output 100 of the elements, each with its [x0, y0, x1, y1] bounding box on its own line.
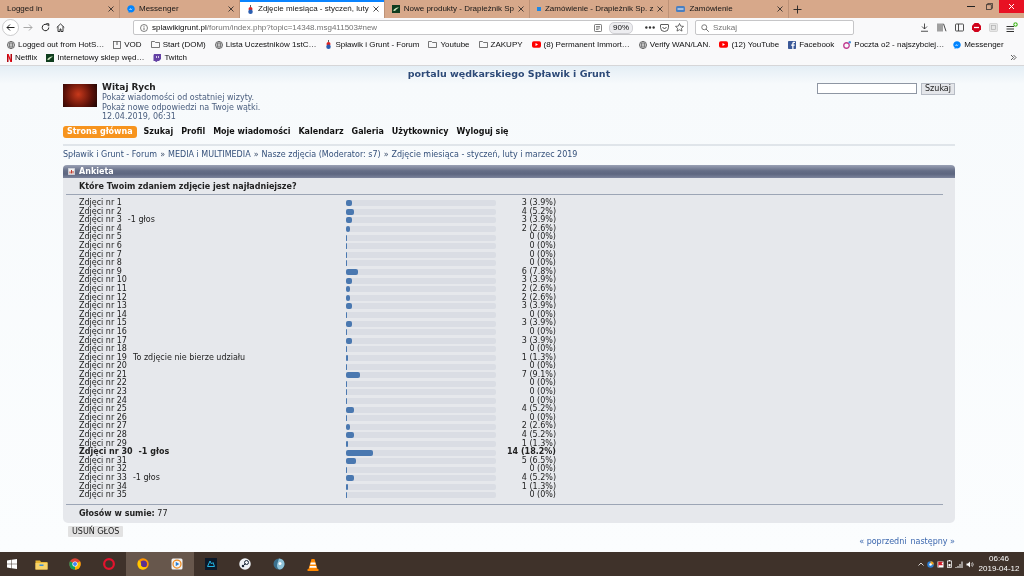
taskbar-button[interactable] [160, 552, 194, 576]
remove-vote-button[interactable]: USUŃ GŁOS [68, 525, 124, 537]
more-icon[interactable] [645, 26, 655, 29]
menu-item[interactable]: Kalendarz [297, 126, 345, 138]
bookmark-folder[interactable]: ZAKUPY [476, 38, 525, 51]
menu-item[interactable]: Wyloguj się [455, 126, 510, 138]
bookmark-link[interactable]: Twitch [151, 51, 190, 64]
vote-count: 1 (1.3%) [521, 439, 556, 448]
bookmark-link[interactable]: VOD [111, 38, 144, 51]
round-logo-icon[interactable] [69, 558, 81, 570]
bookmark-link[interactable]: Verify WAN/LAN. [636, 38, 713, 51]
reload-icon[interactable] [41, 23, 50, 32]
bookmark-link[interactable]: Netflix [5, 51, 40, 64]
close-icon[interactable] [372, 6, 379, 12]
speaker-icon[interactable] [966, 560, 974, 568]
breadcrumb-separator: » [253, 150, 259, 159]
menu-item[interactable]: Użytkownicy [390, 126, 450, 138]
logo-tile-icon[interactable] [205, 558, 217, 570]
menu-item[interactable]: Szukaj [142, 126, 175, 138]
bookmark-link[interactable]: (8) Permanent Immort… [529, 38, 632, 51]
star-icon[interactable] [675, 23, 684, 32]
next-link[interactable]: następny » [910, 536, 955, 547]
taskbar-button[interactable] [126, 552, 160, 576]
float-icon [247, 4, 254, 14]
user-link[interactable]: Pokaż nowe odpowiedzi na Twoje wątki. [102, 102, 261, 112]
close-icon[interactable] [228, 6, 234, 12]
search-button[interactable]: Szukaj [921, 83, 955, 95]
url-text[interactable]: splawikigrunt.pl/forum/index.php?topic=14348.msg411503#new [152, 22, 378, 33]
option-note: -1 głos [127, 216, 155, 225]
bookmark-folder[interactable]: Start (DOM) [148, 38, 208, 51]
menu-item[interactable]: Moje wiadomości [212, 126, 292, 138]
bookmark-link[interactable]: Lista Uczestników 1stC… [212, 38, 319, 51]
play-tile-icon[interactable] [171, 558, 183, 570]
previous-link[interactable]: « poprzedni [859, 536, 907, 547]
close-icon[interactable] [999, 0, 1024, 13]
option-label: Zdjęci nr 10 [79, 276, 127, 285]
breadcrumb-link[interactable]: Zdjęcie miesiąca - styczeń, luty i marzec 2019 [391, 150, 578, 159]
option-label: Zdjęci nr 15 [79, 319, 127, 328]
poll-question: Które Twoim zdaniem zdjęcie jest najładniejsze? [79, 182, 297, 192]
vote-count: 0 (0%) [529, 396, 556, 405]
pocket-icon[interactable] [660, 23, 669, 32]
search-field[interactable]: Szukaj [695, 20, 854, 35]
breadcrumb-link[interactable]: Nasze zdjęcia (Moderator: s7) [261, 150, 381, 159]
globe-logo-icon[interactable] [137, 558, 149, 570]
ring-icon[interactable] [103, 558, 115, 570]
chevron-up-icon[interactable] [918, 562, 924, 566]
bookmark-link[interactable]: Messenger [951, 38, 1006, 51]
vote-count: 0 (0%) [529, 250, 556, 259]
option-note: -1 głos [138, 448, 170, 457]
plus-icon[interactable] [793, 4, 803, 14]
bookmark-link[interactable]: Facebook [786, 38, 837, 51]
zoom-button[interactable]: 90% [609, 21, 633, 34]
bookmark-link[interactable]: Poczta o2 - najszybciej… [841, 38, 947, 51]
bookmark-link[interactable]: Internetowy sklep węd… [44, 51, 147, 64]
windows-logo-icon[interactable] [7, 559, 17, 569]
menu-item[interactable]: Galeria [350, 126, 385, 138]
vote-count: 0 (0%) [529, 310, 556, 319]
app-tray-icon[interactable] [927, 560, 934, 568]
signal-icon[interactable] [955, 560, 963, 568]
bookmark-link[interactable]: Spławik i Grunt - Forum [323, 38, 422, 51]
square-icon [113, 40, 122, 49]
clock-date[interactable]: 2019-04-12 [978, 564, 1020, 574]
option-note: To zdjęcie nie bierze udziału [132, 353, 246, 363]
ring-icon [843, 40, 852, 49]
address-field[interactable]: splawikigrunt.pl/forum/index.php?topic=14348.msg411503#new 90% [133, 20, 688, 35]
browser-tab[interactable]: Zdjęcie miesiąca - styczeń, luty [240, 0, 385, 18]
close-icon[interactable] [777, 6, 784, 12]
battery-icon[interactable] [947, 560, 952, 568]
library-icon[interactable] [937, 23, 947, 32]
bookmark-link[interactable]: Logged out from HotS… [5, 38, 107, 51]
flag-icon[interactable] [937, 560, 944, 568]
breadcrumb-link[interactable]: MEDIA i MULTIMEDIA [168, 150, 251, 159]
close-icon[interactable] [518, 6, 524, 12]
restore-icon[interactable] [986, 3, 993, 10]
close-icon[interactable] [108, 6, 114, 12]
breadcrumb-link[interactable]: Spławik i Grunt - Forum [63, 150, 158, 159]
home-icon[interactable] [56, 23, 65, 32]
option-label: Zdjęci nr 18 [79, 345, 127, 354]
traffic-cone-icon[interactable] [307, 557, 319, 571]
clock-time[interactable]: 06:46 [989, 554, 1009, 564]
stop-sign-icon[interactable] [972, 23, 981, 32]
download-icon[interactable] [920, 23, 929, 32]
sphere-icon[interactable] [273, 558, 285, 570]
reader-view-icon[interactable] [594, 23, 602, 32]
folder-icon[interactable] [34, 558, 48, 570]
user-link[interactable]: Pokaż wiadomości od ostatniej wizyty. [102, 93, 254, 103]
minimize-icon[interactable] [966, 6, 975, 7]
search-input[interactable] [817, 83, 918, 94]
menu-item[interactable]: Profil [180, 126, 207, 138]
float-icon [325, 40, 333, 49]
disc-logo-icon[interactable] [239, 558, 251, 570]
info-icon[interactable] [140, 23, 148, 32]
chevron-icon[interactable] [1010, 54, 1017, 61]
menu-icon[interactable] [1006, 22, 1018, 33]
option-label: Zdjęci nr 25 [79, 405, 127, 414]
bookmark-link[interactable]: (12) YouTube [717, 38, 782, 51]
back-icon[interactable] [2, 19, 19, 36]
sidebar-icon[interactable] [955, 23, 964, 32]
close-icon[interactable] [657, 6, 664, 12]
bookmark-folder[interactable]: Youtube [426, 38, 472, 51]
